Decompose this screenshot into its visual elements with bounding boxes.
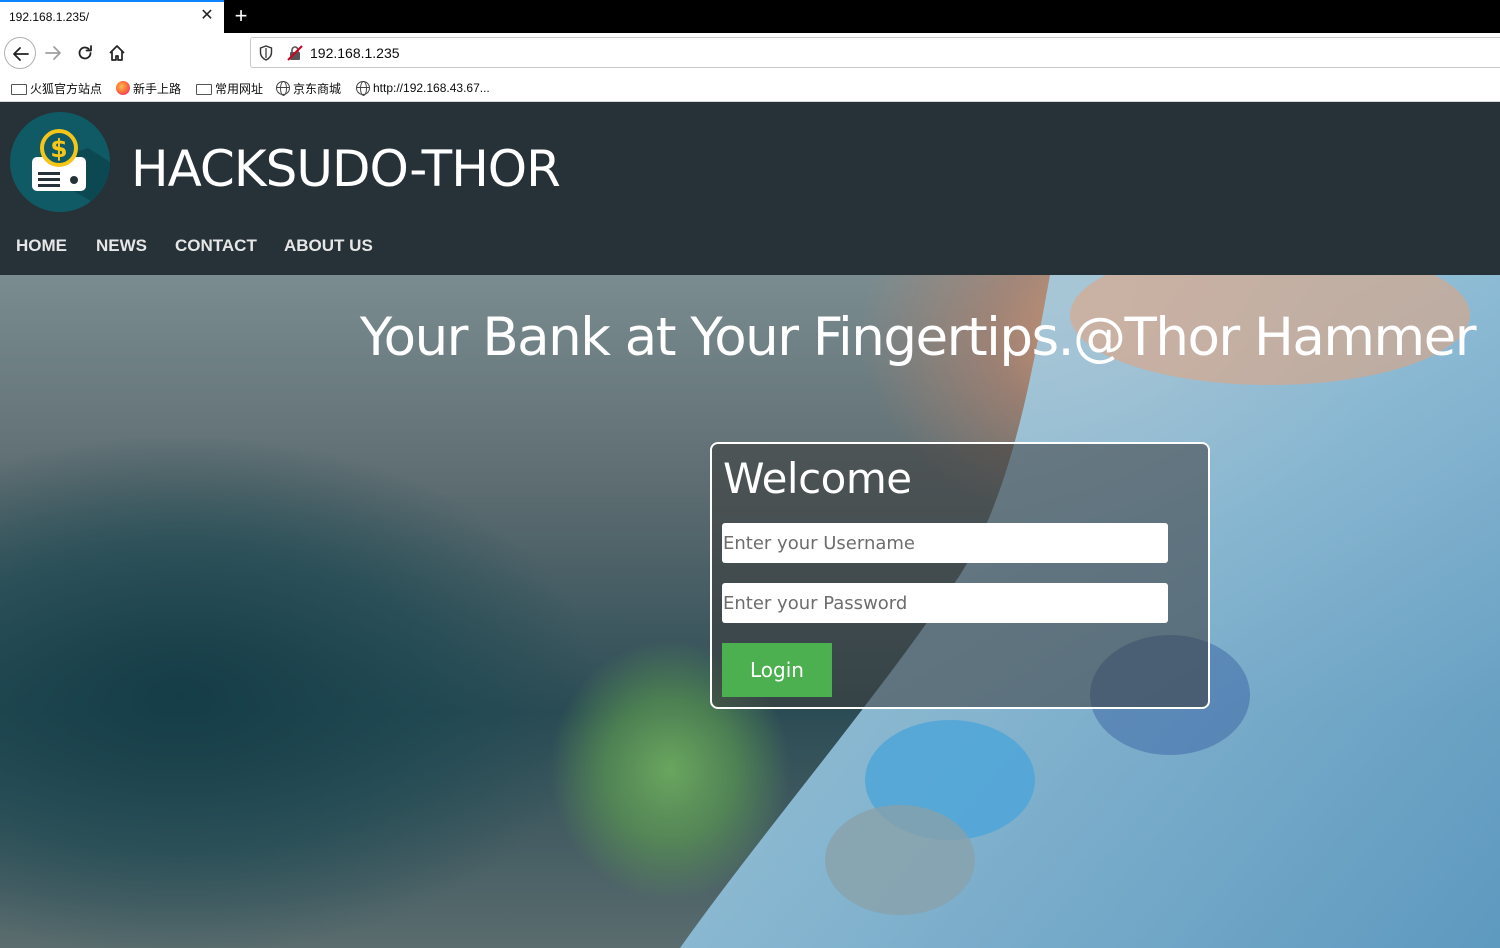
browser-tab[interactable]: 192.168.1.235/ ✕ [0, 0, 224, 33]
bookmark-item[interactable]: 火狐官方站点 [11, 79, 102, 97]
home-button[interactable] [101, 37, 133, 69]
url-text[interactable]: 192.168.1.235 [310, 45, 400, 61]
bookmark-item[interactable]: 常用网址 [196, 79, 263, 97]
bookmark-label: 常用网址 [215, 81, 264, 96]
menu-item-about-us[interactable]: ABOUT US [284, 236, 373, 256]
menu-item-news[interactable]: NEWS [96, 236, 147, 256]
hero-section: Your Bank at Your Fingertips.@Thor Hamme… [0, 275, 1500, 948]
login-button[interactable]: Login [722, 643, 832, 697]
bank-logo[interactable]: $ [10, 112, 110, 212]
site-header: $ HACKSUDO-THOR HOME NEWS CONTACT ABOUT … [0, 102, 1500, 275]
home-icon [109, 45, 125, 61]
browser-tab-strip: 192.168.1.235/ ✕ + [0, 0, 1500, 33]
back-button[interactable] [4, 37, 36, 69]
address-bar[interactable]: 192.168.1.235 [250, 37, 1500, 68]
globe-icon [356, 81, 370, 96]
new-tab-icon[interactable]: + [230, 3, 252, 29]
reload-icon [78, 45, 92, 60]
bookmark-label: 京东商城 [293, 81, 342, 96]
hero-title: Your Bank at Your Fingertips.@Thor Hamme… [359, 307, 1477, 368]
bookmark-label: 火狐官方站点 [30, 81, 103, 96]
reload-button[interactable] [69, 37, 101, 69]
tab-title: 192.168.1.235/ [9, 10, 90, 24]
tab-close-icon[interactable]: ✕ [199, 7, 215, 25]
arrow-left-icon [13, 47, 29, 61]
bookmarks-toolbar: 火狐官方站点 新手上路 常用网址 京东商城 http://192.168.43.… [0, 73, 1500, 102]
tracking-shield-icon[interactable] [259, 45, 273, 61]
login-heading: Welcome [723, 454, 912, 503]
firefox-icon [116, 81, 130, 95]
insecure-lock-icon[interactable] [287, 45, 303, 61]
bookmark-item[interactable]: 新手上路 [116, 79, 181, 97]
browser-toolbar: 192.168.1.235 [0, 33, 1500, 73]
folder-icon [11, 84, 27, 95]
password-input[interactable] [722, 583, 1168, 623]
money-card-icon: $ [32, 129, 110, 212]
bookmark-label: 新手上路 [133, 81, 182, 96]
bookmark-label: http://192.168.43.67... [373, 81, 490, 95]
username-input[interactable] [722, 523, 1168, 563]
bookmark-item[interactable]: 京东商城 [276, 79, 341, 97]
globe-icon [276, 81, 290, 96]
site-brand: HACKSUDO-THOR [131, 140, 561, 198]
login-form: Welcome Login [710, 442, 1210, 709]
forward-button[interactable] [37, 37, 69, 69]
folder-icon [196, 84, 212, 95]
arrow-right-icon [45, 46, 61, 60]
menu-item-contact[interactable]: CONTACT [175, 236, 257, 256]
bookmark-item[interactable]: http://192.168.43.67... [356, 79, 490, 97]
menu-item-home[interactable]: HOME [16, 236, 67, 256]
svg-text:$: $ [50, 134, 67, 163]
